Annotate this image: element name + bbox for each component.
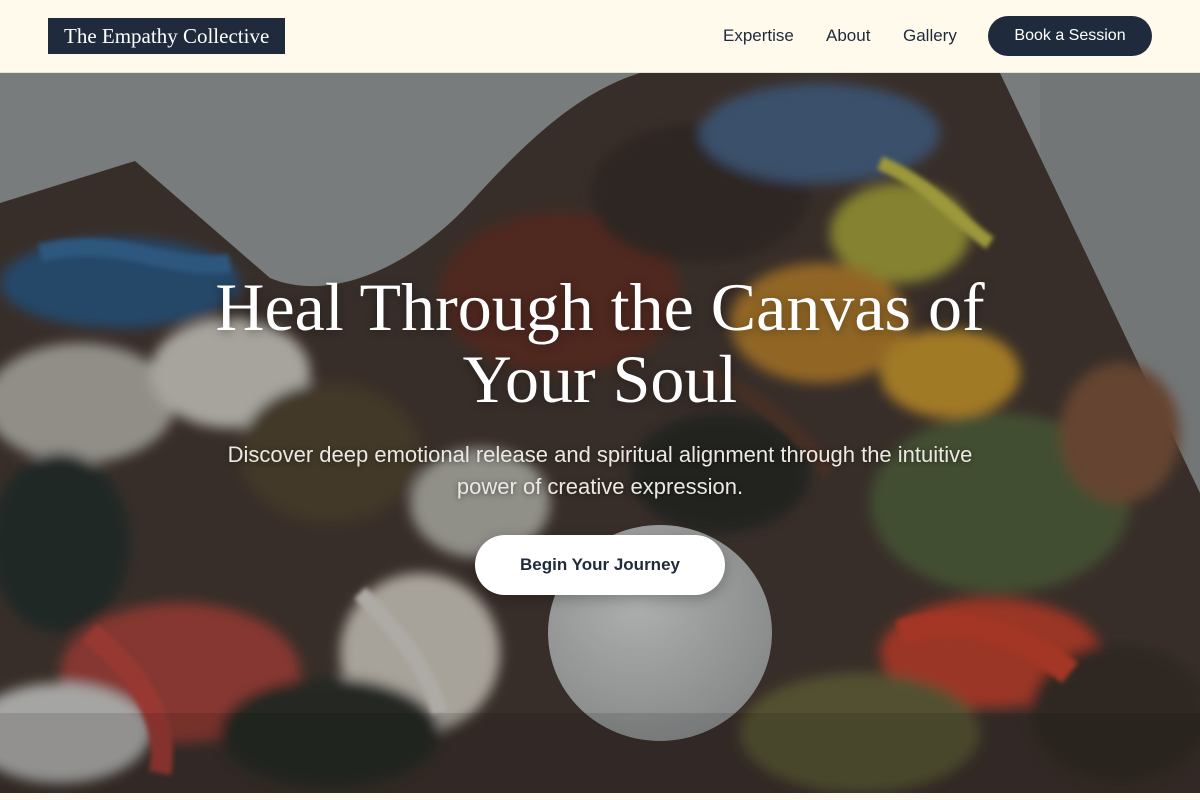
site-logo[interactable]: The Empathy Collective [48,18,286,54]
book-session-button[interactable]: Book a Session [988,16,1152,56]
page-bottom-edge [0,793,1200,800]
nav-link-about[interactable]: About [826,26,870,46]
hero-subtitle: Discover deep emotional release and spir… [227,442,973,499]
begin-journey-button[interactable]: Begin Your Journey [475,535,725,595]
site-header: The Empathy Collective Expertise About G… [0,0,1200,73]
nav-link-gallery[interactable]: Gallery [903,26,957,46]
hero-content: Heal Through the Canvas of Your Soul Dis… [0,73,1200,793]
nav-link-expertise[interactable]: Expertise [723,26,794,46]
hero-section: Heal Through the Canvas of Your Soul Dis… [0,73,1200,793]
hero-title: Heal Through the Canvas of Your Soul [215,269,985,417]
